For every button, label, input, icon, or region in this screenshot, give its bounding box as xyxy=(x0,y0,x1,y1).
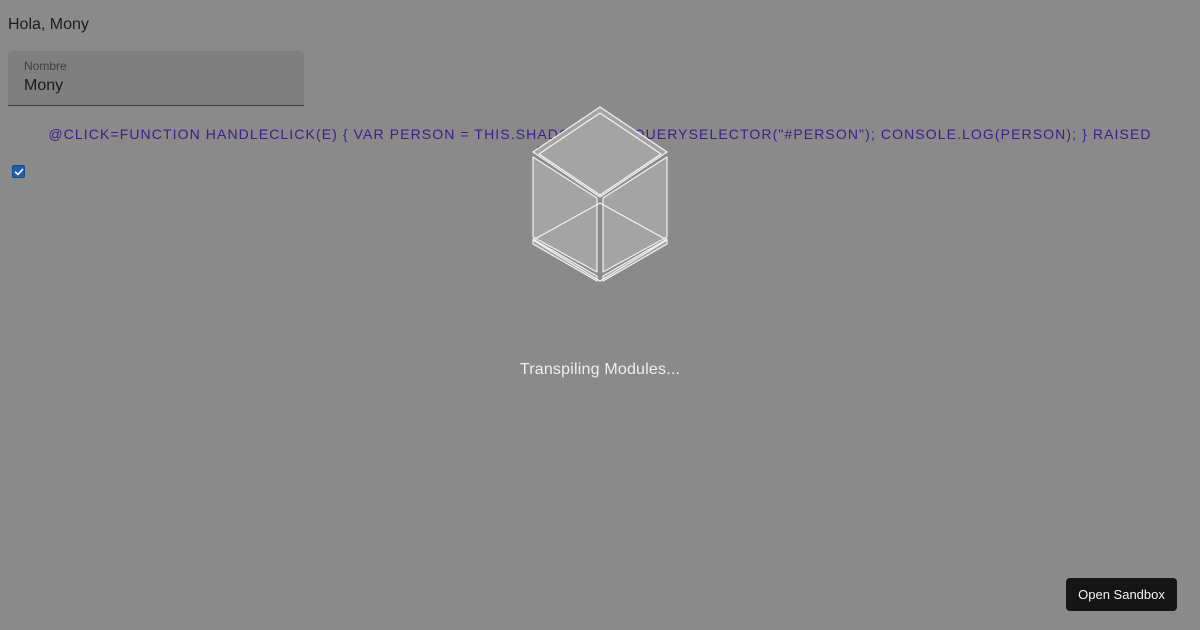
open-sandbox-button[interactable]: Open Sandbox xyxy=(1066,578,1177,611)
sandbox-preview: Hola, Mony Nombre Mony @CLICK=FUNCTION H… xyxy=(0,0,1200,630)
checkmark-icon xyxy=(14,168,23,175)
transpiling-status-text: Transpiling Modules... xyxy=(519,361,681,378)
name-field-value[interactable]: Mony xyxy=(24,77,63,95)
codesandbox-cube-icon xyxy=(532,106,668,282)
name-text-field[interactable]: Nombre Mony xyxy=(8,51,304,106)
greeting-text: Hola, Mony xyxy=(8,16,89,33)
checked-checkbox[interactable] xyxy=(12,165,25,178)
name-field-label: Nombre xyxy=(24,59,67,73)
